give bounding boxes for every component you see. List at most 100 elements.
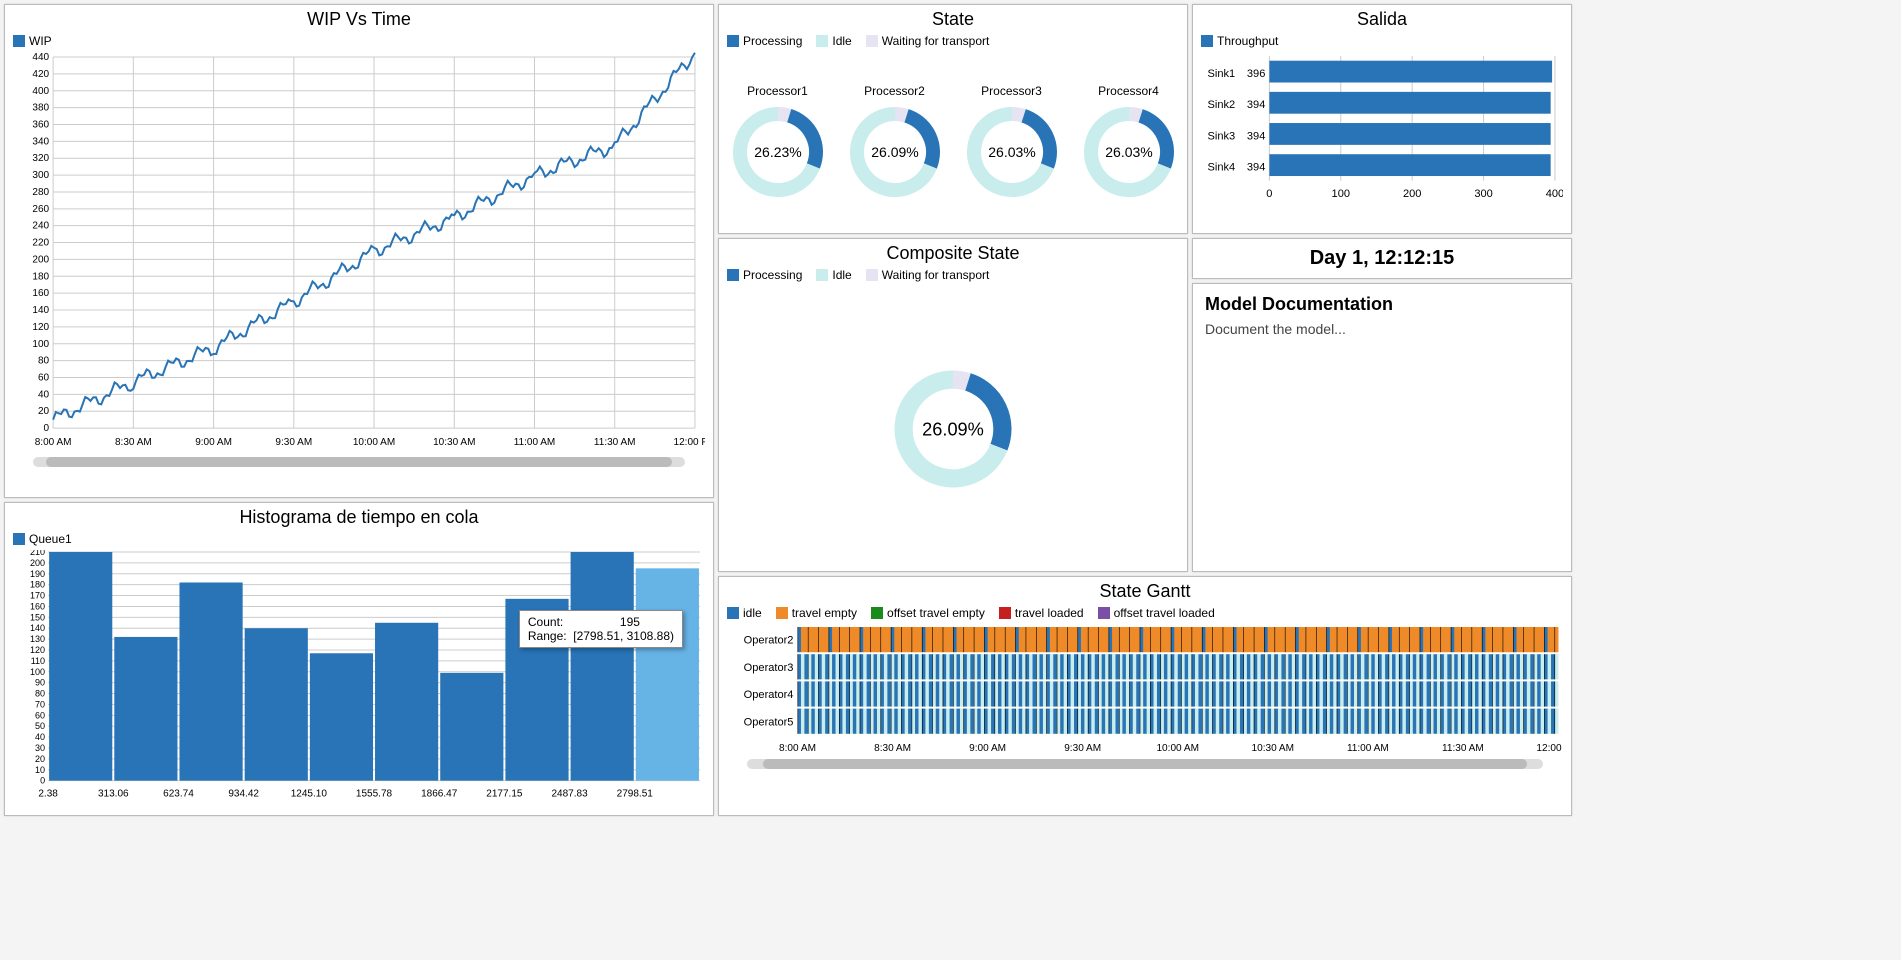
svg-text:0: 0 <box>40 776 45 786</box>
svg-text:440: 440 <box>32 52 49 63</box>
svg-text:100: 100 <box>1332 188 1350 200</box>
legend-item: Waiting for transport <box>866 34 990 48</box>
svg-text:150: 150 <box>30 612 45 622</box>
svg-text:200: 200 <box>32 254 49 265</box>
svg-text:280: 280 <box>32 187 49 198</box>
svg-text:1555.78: 1555.78 <box>356 789 393 800</box>
histogram-chart[interactable]: 0102030405060708090100110120130140150160… <box>13 550 705 801</box>
svg-text:100: 100 <box>30 667 45 677</box>
svg-text:190: 190 <box>30 569 45 579</box>
svg-text:340: 340 <box>32 136 49 147</box>
panel-state: State Processing Idle Waiting for transpor… <box>718 4 1188 234</box>
legend-label: WIP <box>29 34 52 48</box>
svg-text:200: 200 <box>30 558 45 568</box>
donut[interactable]: Processor226.09% <box>845 84 945 202</box>
svg-text:11:00 AM: 11:00 AM <box>1347 743 1389 754</box>
legend-item: Idle <box>816 34 851 48</box>
panel-composite-state: Composite State ProcessingIdleWaiting fo… <box>718 238 1188 572</box>
donut[interactable]: Processor426.03% <box>1079 84 1179 202</box>
legend-swatch <box>13 533 25 545</box>
svg-text:2177.15: 2177.15 <box>486 789 523 800</box>
legend-swatch <box>13 35 25 47</box>
svg-text:394: 394 <box>1247 162 1265 174</box>
panel-wip-vs-time: WIP Vs Time WIP 020406080100120140160180… <box>4 4 714 498</box>
svg-text:1866.47: 1866.47 <box>421 789 458 800</box>
donut-row: 26.09% <box>719 286 1187 571</box>
svg-text:1245.10: 1245.10 <box>291 789 328 800</box>
legend-item: idle <box>727 606 762 620</box>
legend-swatch <box>1201 35 1213 47</box>
svg-text:8:00 AM: 8:00 AM <box>779 743 816 754</box>
donut[interactable]: Processor326.03% <box>962 84 1062 202</box>
svg-text:300: 300 <box>1474 188 1492 200</box>
svg-text:80: 80 <box>38 356 50 367</box>
svg-text:11:30 AM: 11:30 AM <box>1442 743 1484 754</box>
donut-row: Processor126.23%Processor226.09%Processo… <box>719 52 1187 233</box>
svg-text:50: 50 <box>35 721 45 731</box>
legend: WIP <box>5 32 713 52</box>
svg-text:26.09%: 26.09% <box>922 419 984 439</box>
svg-text:0: 0 <box>1266 188 1272 200</box>
svg-text:2.38: 2.38 <box>38 789 58 800</box>
chart-title: State <box>719 5 1187 32</box>
donut-label: Processor2 <box>864 84 925 98</box>
svg-text:210: 210 <box>30 550 45 557</box>
salida-bar-chart[interactable]: 0100200300400Sink1396Sink2394Sink3394Sin… <box>1201 52 1563 203</box>
chart-title: Histograma de tiempo en cola <box>5 503 713 530</box>
donut[interactable]: Processor126.23% <box>728 84 828 202</box>
svg-text:80: 80 <box>35 689 45 699</box>
svg-text:9:30 AM: 9:30 AM <box>1064 743 1101 754</box>
svg-text:40: 40 <box>38 389 50 400</box>
svg-text:9:00 AM: 9:00 AM <box>969 743 1006 754</box>
chart-title: Composite State <box>719 239 1187 266</box>
svg-text:420: 420 <box>32 69 49 80</box>
svg-text:0: 0 <box>44 423 50 434</box>
svg-text:Sink1: Sink1 <box>1208 68 1236 80</box>
svg-text:934.42: 934.42 <box>228 789 259 800</box>
svg-text:2487.83: 2487.83 <box>551 789 588 800</box>
svg-text:180: 180 <box>30 580 45 590</box>
legend-item: Processing <box>727 34 802 48</box>
panel-documentation: Model Documentation Document the model..… <box>1192 283 1572 572</box>
legend: Throughput <box>1193 32 1571 52</box>
svg-text:Sink4: Sink4 <box>1208 162 1236 174</box>
svg-text:30: 30 <box>35 743 45 753</box>
svg-text:260: 260 <box>32 204 49 215</box>
legend: Processing Idle Waiting for transport <box>719 32 1187 52</box>
x-scrollbar[interactable] <box>33 457 685 467</box>
svg-text:10:30 AM: 10:30 AM <box>433 437 475 448</box>
chart-title: WIP Vs Time <box>5 5 713 32</box>
svg-text:360: 360 <box>32 119 49 130</box>
x-scrollbar[interactable] <box>747 759 1543 769</box>
gantt-chart[interactable]: Operator2Operator3Operator4Operator58:00… <box>727 624 1563 755</box>
svg-text:313.06: 313.06 <box>98 789 129 800</box>
svg-text:20: 20 <box>38 406 50 417</box>
svg-text:9:00 AM: 9:00 AM <box>195 437 232 448</box>
legend-item: offset travel loaded <box>1098 606 1215 620</box>
legend-label: Queue1 <box>29 532 72 546</box>
svg-text:12:00 PM: 12:00 PM <box>1536 743 1563 754</box>
donut[interactable]: 26.09% <box>888 364 1018 494</box>
svg-text:Sink3: Sink3 <box>1208 130 1236 142</box>
svg-text:11:00 AM: 11:00 AM <box>514 437 556 448</box>
svg-text:120: 120 <box>30 645 45 655</box>
svg-text:110: 110 <box>31 656 45 666</box>
svg-text:400: 400 <box>1546 188 1563 200</box>
svg-text:12:00 PM: 12:00 PM <box>674 437 705 448</box>
svg-text:240: 240 <box>32 221 49 232</box>
wip-line-chart[interactable]: 0204060801001201401601802002202402602803… <box>13 52 705 453</box>
doc-body[interactable]: Document the model... <box>1193 321 1571 337</box>
svg-text:26.23%: 26.23% <box>754 144 801 160</box>
legend-item: travel loaded <box>999 606 1084 620</box>
svg-text:Operator3: Operator3 <box>744 662 794 674</box>
svg-text:90: 90 <box>35 678 45 688</box>
legend: idletravel emptyoffset travel emptytrave… <box>719 604 1571 624</box>
svg-text:8:00 AM: 8:00 AM <box>35 437 72 448</box>
panel-clock: Day 1, 12:12:15 <box>1192 238 1572 279</box>
svg-text:26.03%: 26.03% <box>988 144 1035 160</box>
simulation-clock: Day 1, 12:12:15 <box>1193 239 1571 278</box>
svg-text:9:30 AM: 9:30 AM <box>275 437 312 448</box>
svg-text:10: 10 <box>35 765 45 775</box>
svg-text:Sink2: Sink2 <box>1208 99 1236 111</box>
svg-text:20: 20 <box>35 754 45 764</box>
